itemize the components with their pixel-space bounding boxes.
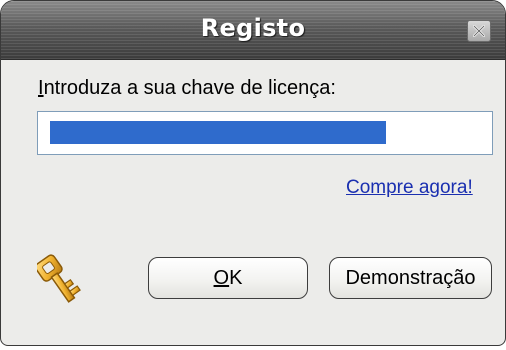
registration-dialog: Registo Introduza a sua chave de licença… [0, 0, 506, 346]
prompt-text: ntroduza a sua chave de licença: [43, 77, 336, 99]
key-icon [37, 254, 81, 303]
license-prompt-label: Introduza a sua chave de licença: [38, 77, 336, 100]
close-button[interactable] [467, 20, 491, 42]
dialog-title: Registo [200, 14, 306, 42]
ok-label-rest: K [229, 267, 243, 289]
license-key-selection [50, 121, 386, 144]
demo-button[interactable]: Demonstração [329, 257, 492, 299]
close-icon [473, 25, 485, 37]
ok-mnemonic: O [213, 267, 230, 289]
license-key-input[interactable] [37, 111, 493, 155]
ok-button[interactable]: OK [148, 257, 308, 299]
buy-now-link[interactable]: Compre agora! [346, 177, 473, 199]
title-bar[interactable]: Registo [1, 1, 505, 60]
